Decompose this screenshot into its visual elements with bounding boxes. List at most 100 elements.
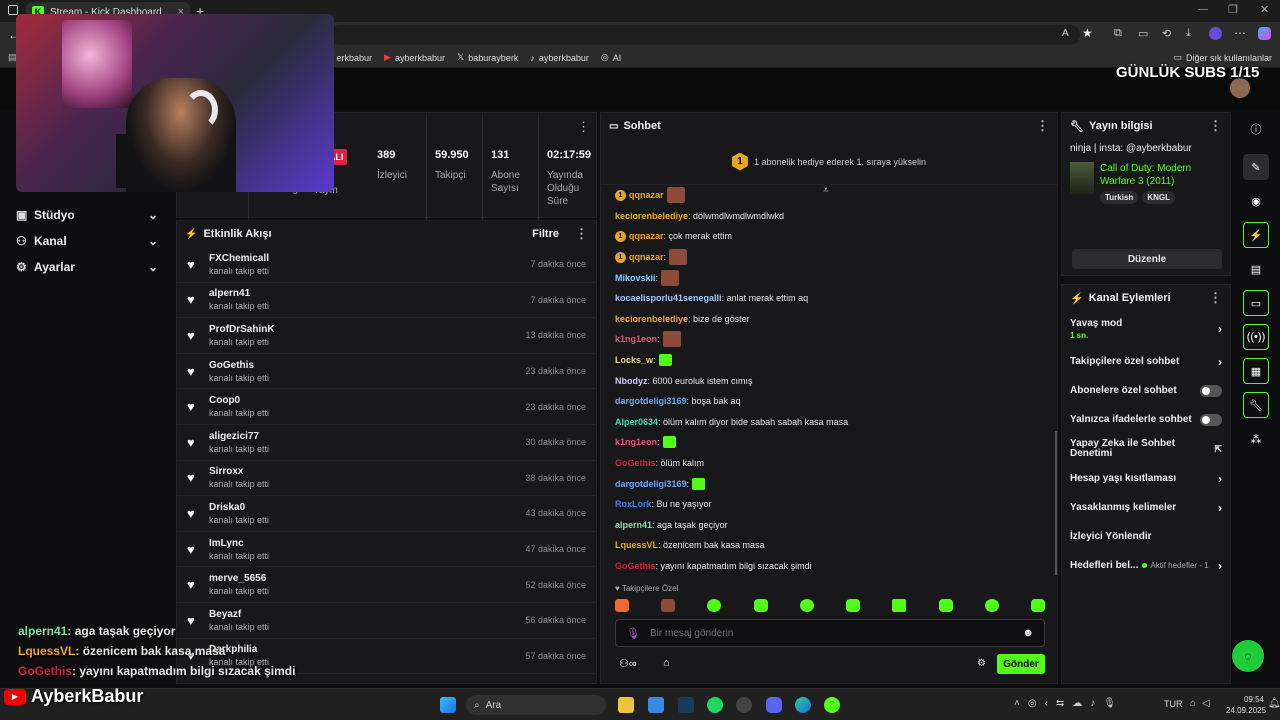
chat-settings-icon[interactable]: ⚙ [977, 658, 986, 669]
chat-username[interactable]: Locks_w [615, 355, 653, 365]
chat-username[interactable]: kocaelisporlu41senegalli [615, 293, 722, 303]
emoji-picker-icon[interactable]: ☻ [1022, 627, 1034, 639]
favorite-star-icon[interactable]: ★ [1082, 26, 1093, 40]
sidebar-item-studio[interactable]: ▣ Stüdyo ⌄ [0, 202, 174, 228]
chat-message[interactable]: GoGethis: ölüm kalım [601, 453, 1051, 474]
chat-message[interactable]: k1ng1eon: [601, 329, 1051, 350]
user-avatar[interactable] [1230, 78, 1250, 98]
activity-item[interactable]: ♥ aligezici77 kanalı takip etti 30 dakika ö… [177, 425, 596, 461]
activity-item[interactable]: ♥ Coop0 kanalı takip etti 23 dakika önce [177, 389, 596, 425]
microphone-icon[interactable]: 🎙︎ [626, 627, 640, 640]
layout-icon[interactable]: ▦ [1243, 358, 1269, 384]
language-indicator[interactable]: TUR [1164, 699, 1183, 709]
chat-message[interactable]: GoGethis: yayını kapatmadım bilgi sızaca… [601, 556, 1051, 577]
tray-icons[interactable]: ˄◎‹⇆☁♪🎙︎ [1014, 698, 1124, 709]
store-icon[interactable]: ⌂ [663, 657, 670, 669]
activity-user[interactable]: alpern41 [209, 288, 269, 299]
chat-message[interactable]: 1 qqnazar: çok merak ettim [601, 226, 1051, 247]
channel-actions-more-icon[interactable]: ⋮ [1209, 290, 1222, 306]
chat-message[interactable]: k1ng1eon: [601, 432, 1051, 453]
chat-message[interactable]: LquessVL: özenicem bak kasa masa [601, 535, 1051, 556]
emote-icon[interactable] [707, 599, 722, 612]
chat-username[interactable]: Nbodyz [615, 376, 648, 386]
spotify-icon[interactable] [707, 697, 723, 713]
edit-stream-button[interactable]: Düzenle [1072, 249, 1222, 269]
window-menu-icon[interactable] [8, 5, 18, 15]
chat-message[interactable]: dargotdeligi3169: boşa bak aq [601, 391, 1051, 412]
chat-username[interactable]: RoxLork [615, 499, 652, 509]
discord-icon[interactable] [766, 697, 782, 713]
maximize-icon[interactable]: ❐ [1228, 3, 1238, 16]
obs-icon[interactable] [736, 697, 752, 713]
close-window-icon[interactable]: ✕ [1260, 3, 1269, 16]
activity-user[interactable]: Coop0 [209, 395, 269, 406]
bookmark-kick[interactable]: erkbabur [337, 53, 373, 63]
bookmark-youtube[interactable]: ▶ ayberkbabur [384, 52, 445, 63]
goals-item[interactable]: Hedefleri bel... Aktif hedefler - 1 › [1062, 551, 1230, 580]
info-icon[interactable]: ⓘ [1243, 116, 1269, 142]
extensions-icon[interactable]: ⧉ [1114, 27, 1122, 40]
notes-icon[interactable]: ▤ [1243, 256, 1269, 282]
wrench-rail-icon[interactable]: 🔧︎ [1243, 392, 1269, 418]
ai-moderation-item[interactable]: Yapay Zeka ile Sohbet Denetimi ⇱ [1062, 434, 1230, 464]
emote-chat-toggle[interactable] [1200, 413, 1222, 426]
chat-username[interactable]: keciorenbelediye [615, 211, 688, 221]
chat-username[interactable]: dargotdeligi3169 [615, 396, 687, 406]
taskbar-search[interactable]: ⌕ Ara [466, 695, 606, 715]
filter-button[interactable]: Filtre [532, 228, 559, 240]
chat-username[interactable]: Alper0634 [615, 417, 658, 427]
tag[interactable]: KNGL [1142, 191, 1175, 204]
emote-icon[interactable] [753, 599, 768, 612]
sidebar-item-settings[interactable]: ⚙ Ayarlar ⌄ [0, 254, 174, 280]
chat-message[interactable]: kocaelisporlu41senegalli: anlat merak et… [601, 288, 1051, 309]
sidebar-item-channel[interactable]: ⚇ Kanal ⌄ [0, 228, 174, 254]
emote-icon[interactable] [984, 599, 999, 612]
chat-username[interactable]: qqnazar [629, 190, 664, 200]
steam-icon[interactable] [678, 697, 694, 713]
activity-item[interactable]: ♥ Driska0 kanalı takip etti 43 dakika önce [177, 496, 596, 532]
emote-icon[interactable] [1030, 599, 1045, 612]
bookmark-tiktok[interactable]: ♪ ayberkbabur [530, 53, 589, 63]
activity-more-icon[interactable]: ⋮ [575, 226, 588, 242]
activity-item[interactable]: ♥ alpern41 kanalı takip etti 7 dakika önce [177, 283, 596, 319]
chat-scrollbar[interactable] [1055, 431, 1057, 575]
folder-icon[interactable] [618, 697, 634, 713]
notification-icon[interactable]: 🔔︎ [1268, 698, 1280, 709]
tag[interactable]: Turkish [1100, 191, 1139, 204]
chat-input-box[interactable]: 🎙︎ ☻ [615, 619, 1045, 647]
bookmark-x[interactable]: 𝕏baburayberk [457, 52, 518, 63]
camera-icon[interactable]: ◉ [1243, 188, 1269, 214]
emote-icon[interactable] [799, 599, 814, 612]
stream-info-more-icon[interactable]: ⋮ [1209, 118, 1222, 134]
redirect-viewers-item[interactable]: İzleyici Yönlendir [1062, 522, 1230, 551]
network-icons[interactable]: ⌂◁ [1190, 698, 1216, 709]
activity-item[interactable]: ♥ Sirroxx kanalı takip etti 38 dakika önce [177, 461, 596, 497]
chat-message[interactable]: dargotdeligi3169: [601, 473, 1051, 494]
minimize-icon[interactable]: — [1198, 4, 1208, 15]
chat-message[interactable]: keciorenbelediye: dölwmdlwmdlwmdlwkd [601, 206, 1051, 227]
chat-username[interactable]: k1ng1eon [615, 334, 657, 344]
start-icon[interactable] [440, 697, 456, 713]
activity-user[interactable]: GoGethis [209, 360, 269, 371]
activity-user[interactable]: ProfDrSahinK [209, 324, 275, 335]
activity-user[interactable]: Driska0 [209, 502, 269, 513]
chat-username[interactable]: k1ng1eon [615, 437, 657, 447]
chat-message[interactable]: 1 qqnazar [601, 185, 1051, 206]
age-restriction-item[interactable]: Hesap yaşı kısıtlaması › [1062, 464, 1230, 493]
bookmark-ai[interactable]: ◎ AI [601, 52, 621, 63]
banned-words-item[interactable]: Yasaklanmış kelimeler › [1062, 493, 1230, 522]
chat-message[interactable]: keciorenbelediye: bize de göster [601, 309, 1051, 330]
chat-message[interactable]: Nbodyz: 6000 euroluk istem cımış [601, 370, 1051, 391]
activity-user[interactable]: FXChemicall [209, 253, 269, 264]
emote-icon[interactable] [938, 599, 953, 612]
history-icon[interactable]: ⟲ [1162, 27, 1171, 40]
kick-app-icon[interactable] [824, 697, 840, 713]
sub-goal-banner[interactable]: 1 1 abonelik hediye ederek 1. sıraya yük… [601, 139, 1057, 185]
broadcast-icon[interactable]: ((•)) [1243, 324, 1269, 350]
emote-icon[interactable] [615, 599, 629, 612]
activity-item[interactable]: ♥ merve_5656 kanalı takip etti 52 dakika ön… [177, 567, 596, 603]
chat-username[interactable]: GoGethis [615, 458, 656, 468]
chat-users-icon[interactable]: ⚇∞ [619, 657, 637, 670]
subs-chat-toggle[interactable] [1200, 384, 1222, 397]
activity-user[interactable]: ImLync [209, 538, 269, 549]
